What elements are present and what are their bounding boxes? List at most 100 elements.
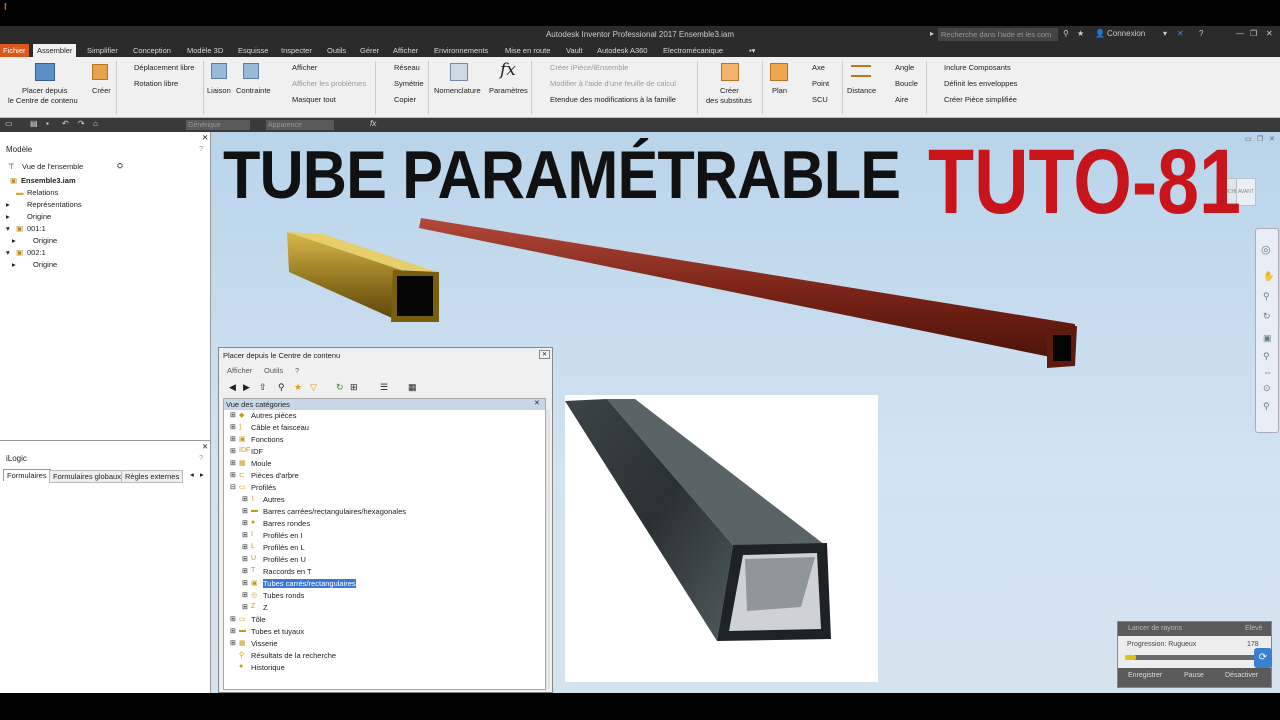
tab-options-icon[interactable]: ▪▾ xyxy=(749,46,755,55)
steering-wheel-icon[interactable]: ◎ xyxy=(1261,243,1271,256)
axe-button[interactable]: Axe xyxy=(799,63,825,72)
redo-icon[interactable]: ↷ xyxy=(78,119,85,128)
reseau-button[interactable]: Réseau xyxy=(381,63,420,72)
definit-enveloppes-button[interactable]: Définit les enveloppes xyxy=(931,79,1017,88)
tree-category-item[interactable]: Câble et faisceau xyxy=(251,423,309,432)
desactiver-button[interactable]: Désactiver xyxy=(1225,672,1258,679)
expand-icon[interactable]: ▸ xyxy=(12,260,16,269)
tree-category-item[interactable]: Profilés en U xyxy=(263,555,306,564)
point-button[interactable]: Point xyxy=(799,79,829,88)
tree-expand-icon[interactable]: ⊞ xyxy=(242,555,248,563)
tab-simplifier[interactable]: Simplifier xyxy=(87,46,118,55)
a360-badge-icon[interactable]: ⟳ xyxy=(1254,648,1272,668)
afficher-button[interactable]: Afficher xyxy=(279,63,317,72)
tab-next-icon[interactable]: ▸ xyxy=(200,470,204,479)
creer-substituts-button[interactable]: Créer xyxy=(720,86,739,95)
up-icon[interactable]: ⇧ xyxy=(259,382,267,393)
dropdown-icon[interactable]: ▾ xyxy=(1163,29,1167,38)
inclure-composants-button[interactable]: Inclure Composants xyxy=(931,63,1011,72)
expand-icon[interactable]: ▸ xyxy=(6,212,10,221)
tree-category-item[interactable]: Résultats de la recherche xyxy=(251,651,336,660)
tab-esquisse[interactable]: Esquisse xyxy=(238,46,268,55)
zoom-all-icon[interactable]: ⇔ xyxy=(1263,367,1272,377)
expand-icon[interactable]: ▸ xyxy=(12,236,16,245)
help-icon[interactable]: ? xyxy=(199,144,203,153)
tree-expand-icon[interactable]: ⊞ xyxy=(230,459,236,467)
expand-icon[interactable]: ▸ xyxy=(6,200,10,209)
tab-formulaires[interactable]: Formulaires xyxy=(3,469,51,481)
favorite-icon[interactable]: ★ xyxy=(1077,29,1084,38)
save-icon[interactable]: ▪ xyxy=(46,119,49,128)
tree-expand-icon[interactable]: ⊞ xyxy=(242,507,248,515)
tab-electromecanique[interactable]: Electromécanique xyxy=(663,46,723,55)
etendue-button[interactable]: Etendue des modifications à la famille xyxy=(537,95,676,104)
tree-view-icon[interactable]: ⊞ xyxy=(350,382,358,393)
afficher-problemes-button[interactable]: Afficher les problèmes xyxy=(279,79,366,88)
tree-item-origine-2[interactable]: Origine xyxy=(33,260,57,269)
search-icon[interactable]: ⚲ xyxy=(1063,29,1069,38)
view-select[interactable]: Vue de l'ensemble xyxy=(22,162,83,171)
tree-category-item[interactable]: Raccords en T xyxy=(263,567,312,576)
tree-item-origine-1[interactable]: Origine xyxy=(33,236,57,245)
tab-prev-icon[interactable]: ◂ xyxy=(190,470,194,479)
detail-view-icon[interactable]: ▦ xyxy=(408,382,417,393)
tree-category-item[interactable]: Tubes et tuyaux xyxy=(251,627,304,636)
previous-view-icon[interactable]: ⊙ xyxy=(1263,383,1271,394)
open-icon[interactable]: ▤ xyxy=(30,119,38,128)
tree-expand-icon[interactable]: ⊞ xyxy=(242,603,248,611)
tree-category-item[interactable]: Profilés en I xyxy=(263,531,303,540)
help-icon[interactable]: ? xyxy=(1199,29,1203,38)
tree-expand-icon[interactable]: ⊞ xyxy=(230,411,236,419)
restore-icon[interactable]: ❐ xyxy=(1250,29,1257,38)
tree-category-item[interactable]: Tubes ronds xyxy=(263,591,304,600)
creer-ipiece-button[interactable]: Créer iPièce/iEnsemble xyxy=(537,63,628,72)
connexion-button[interactable]: Connexion xyxy=(1107,29,1145,38)
zoom-icon[interactable]: ⚲ xyxy=(1263,291,1270,302)
tree-category-item[interactable]: Historique xyxy=(251,663,285,672)
viewport-restore-icon[interactable]: ❐ xyxy=(1257,135,1263,143)
gold-tube[interactable] xyxy=(287,232,439,322)
tab-conception[interactable]: Conception xyxy=(133,46,171,55)
refresh-icon[interactable]: ↻ xyxy=(336,382,344,393)
material-select[interactable]: Générique xyxy=(186,120,250,130)
user-icon[interactable]: 👤 xyxy=(1095,29,1105,38)
placer-button-line2[interactable]: le Centre de contenu xyxy=(8,96,78,105)
fx-small-icon[interactable]: fx xyxy=(370,119,376,128)
plan-button[interactable]: Plan xyxy=(772,86,787,95)
tree-expand-icon[interactable]: ⊞ xyxy=(230,615,236,623)
favorites-icon[interactable]: ★ xyxy=(294,382,302,393)
liaison-button[interactable]: Liaison xyxy=(207,86,231,95)
filter-icon[interactable]: ▽ xyxy=(310,382,317,393)
tab-fichier[interactable]: Fichier xyxy=(0,44,29,57)
tree-expand-icon[interactable]: ⊞ xyxy=(242,519,248,527)
forward-icon[interactable]: ▶ xyxy=(243,382,250,393)
app-logo-icon[interactable]: I xyxy=(4,2,14,22)
tab-assembler[interactable]: Assembler xyxy=(33,44,77,57)
tree-category-item[interactable]: IDF xyxy=(251,447,263,456)
binoculars-icon[interactable]: ⛭ xyxy=(117,161,123,171)
search-icon[interactable]: ⚲ xyxy=(278,382,285,393)
tab-inspecter[interactable]: Inspecter xyxy=(281,46,312,55)
parametres-button[interactable]: Paramètres xyxy=(489,86,528,95)
tree-item-origine[interactable]: Origine xyxy=(27,212,51,221)
tab-modele-3d[interactable]: Modèle 3D xyxy=(187,46,223,55)
expand-icon[interactable]: ▾ xyxy=(6,248,10,257)
symetrie-button[interactable]: Symétrie xyxy=(381,79,424,88)
tree-expand-icon[interactable]: ⊞ xyxy=(242,495,248,503)
tree-category-item[interactable]: Z xyxy=(263,603,268,612)
tab-afficher[interactable]: Afficher xyxy=(393,46,418,55)
new-icon[interactable]: ▭ xyxy=(5,119,13,128)
orbit-icon[interactable]: ↻ xyxy=(1263,311,1271,322)
tree-category-item[interactable]: Tubes carrés/rectangulaires xyxy=(263,579,356,588)
tree-close-icon[interactable]: ✕ xyxy=(534,399,540,407)
tree-expand-icon[interactable]: ⊞ xyxy=(242,579,248,587)
tree-category-item[interactable]: Autres pièces xyxy=(251,411,296,420)
angle-button[interactable]: Angle xyxy=(882,63,914,72)
undo-icon[interactable]: ↶ xyxy=(62,119,69,128)
pause-button[interactable]: Pause xyxy=(1184,672,1204,679)
tree-item-representations[interactable]: Représentations xyxy=(27,200,82,209)
viewport-minimize-icon[interactable]: ▭ xyxy=(1245,135,1252,143)
modifier-feuille-button[interactable]: Modifier à l'aide d'une feuille de calcu… xyxy=(537,79,676,88)
exchange-icon[interactable]: ✕ xyxy=(1177,29,1184,38)
filter-icon[interactable]: ⊤ xyxy=(8,162,15,171)
